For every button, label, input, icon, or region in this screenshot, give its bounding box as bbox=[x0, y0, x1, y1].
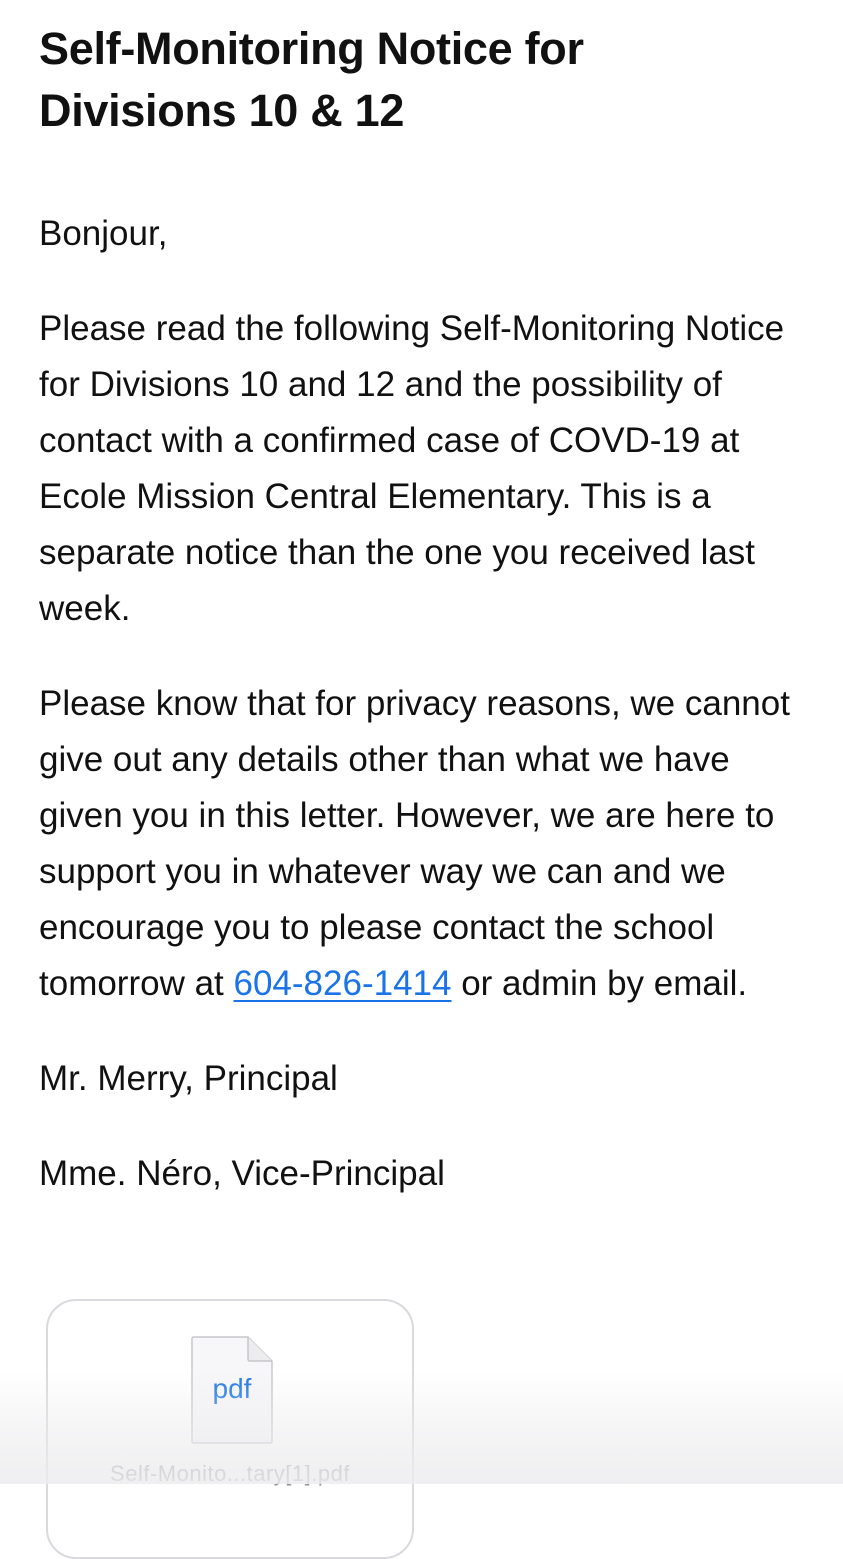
pdf-attachment[interactable]: pdf Self-Monito...tary[1].pdf bbox=[46, 1299, 414, 1559]
email-subject-line-2: Divisions 10 & 12 bbox=[39, 85, 405, 136]
email-body: Self-Monitoring Notice for Divisions 10 … bbox=[39, 18, 819, 1202]
greeting: Bonjour, bbox=[39, 214, 168, 253]
attachment-filename: Self-Monito...tary[1].pdf bbox=[110, 1461, 350, 1486]
phone-link[interactable]: 604-826-1414 bbox=[234, 964, 452, 1003]
paragraph-privacy: Please know that for privacy reasons, we… bbox=[39, 676, 819, 1012]
paragraph-privacy-text: Please know that for privacy reasons, we… bbox=[39, 684, 790, 1003]
email-subject: Self-Monitoring Notice for Divisions 10 … bbox=[39, 18, 819, 142]
email-subject-line-1: Self-Monitoring Notice for bbox=[39, 23, 584, 74]
signature-principal: Mr. Merry, Principal bbox=[39, 1059, 338, 1098]
file-extension-label: pdf bbox=[212, 1373, 252, 1404]
paragraph-notice: Please read the following Self-Monitorin… bbox=[39, 309, 785, 628]
signature-vice-principal: Mme. Néro, Vice-Principal bbox=[39, 1154, 445, 1193]
paragraph-privacy-end: or admin by email. bbox=[451, 964, 748, 1003]
